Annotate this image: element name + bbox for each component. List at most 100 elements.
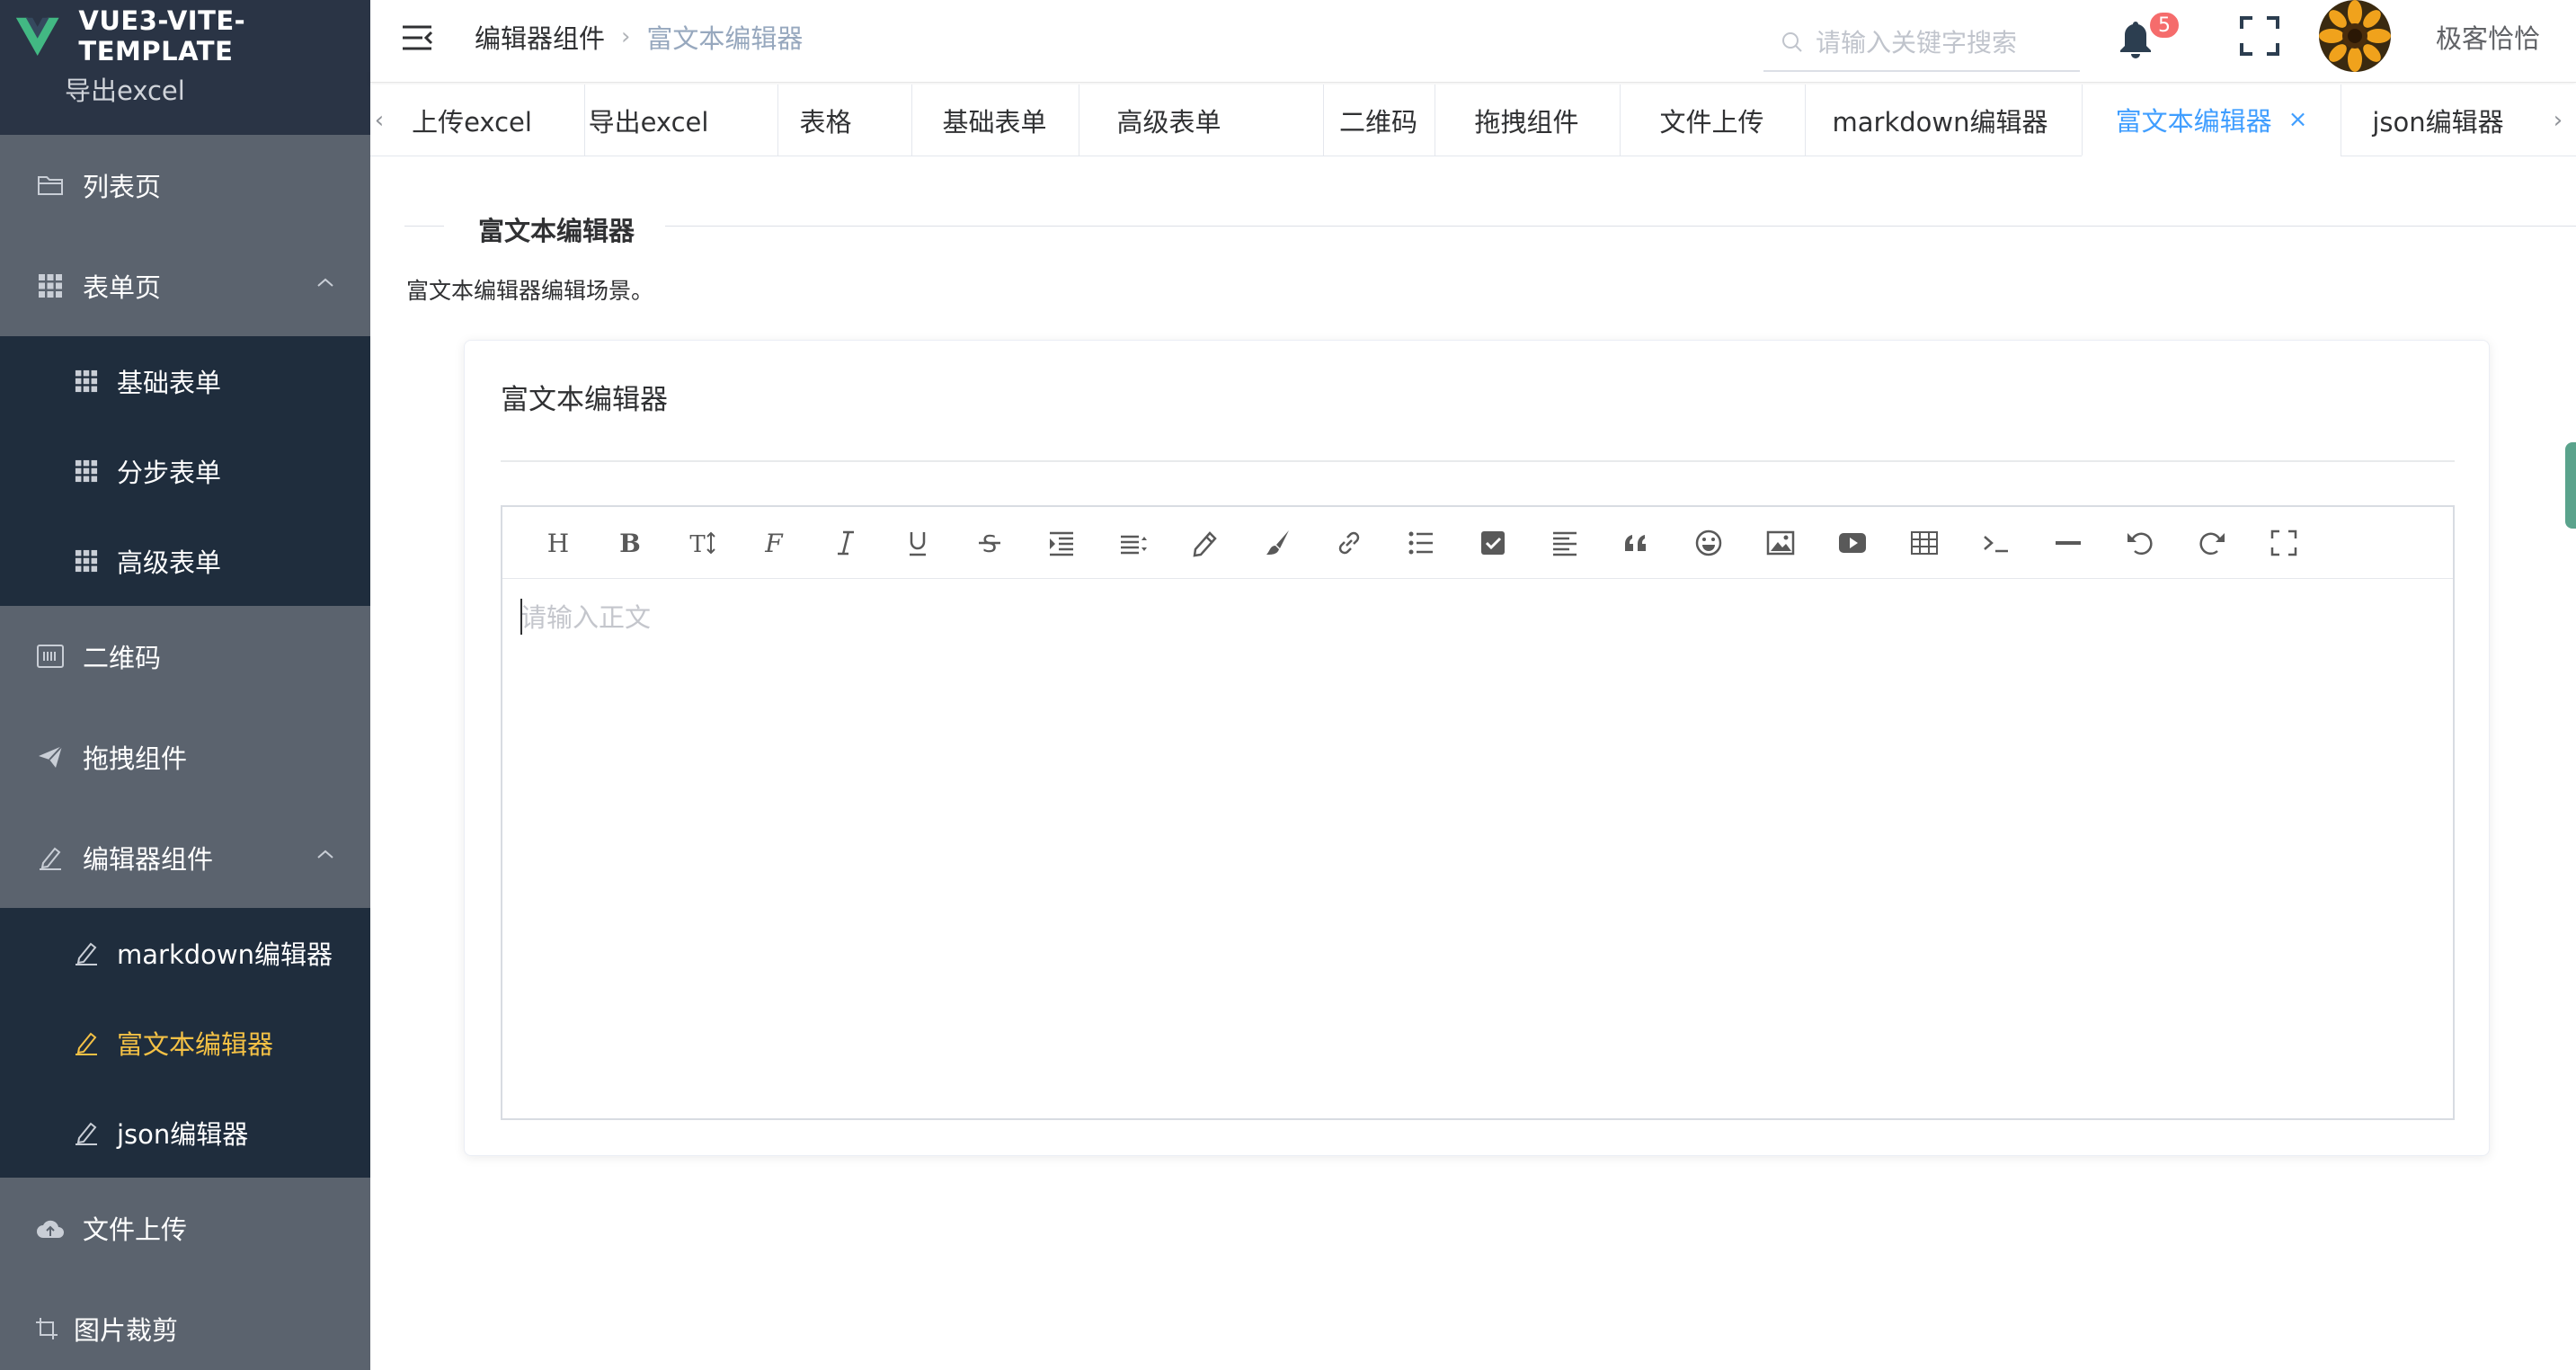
avatar[interactable] (2319, 0, 2391, 72)
video-icon[interactable] (1817, 507, 1888, 579)
code-icon[interactable] (1960, 507, 2032, 579)
sidebar-item-label: 列表页 (83, 172, 162, 202)
edit-icon (72, 1118, 101, 1147)
sidebar-item-label: 文件上传 (83, 1214, 188, 1245)
grid-icon (72, 547, 101, 575)
tag-upload-excel[interactable]: 上传excel (404, 85, 539, 156)
menu-fold-icon[interactable] (399, 20, 435, 56)
tag-drag[interactable]: 拖拽组件 (1435, 85, 1618, 156)
sidebar-item-drag[interactable]: 拖拽组件 (0, 707, 370, 807)
notification-badge: 5 (2148, 11, 2181, 40)
chevron-up-icon (317, 850, 333, 858)
tag-basic-form[interactable]: 基础表单 (911, 85, 1077, 156)
tag-advanced-form[interactable]: 高级表单 (1079, 85, 1258, 156)
svg-text:S: S (982, 531, 998, 558)
breadcrumb-current: 富文本编辑器 (646, 23, 804, 54)
strikethrough-icon[interactable]: S (954, 507, 1026, 579)
tag-label: markdown编辑器 (1832, 107, 2048, 138)
rich-text-editor: H B T F S 请输入正文 (501, 505, 2455, 1120)
divider-icon[interactable] (2032, 507, 2104, 579)
bold-icon[interactable]: B (594, 507, 666, 579)
tag-label: 二维码 (1338, 107, 1417, 138)
editor-toolbar: H B T F S (502, 507, 2453, 579)
breadcrumb-item[interactable]: 编辑器组件 (475, 18, 605, 56)
sidebar-item-image-crop[interactable]: 图片裁剪 (0, 1278, 370, 1370)
font-size-icon[interactable]: T (666, 507, 738, 579)
sidebar-item-label: 高级表单 (117, 547, 222, 578)
sidebar-item-list-page[interactable]: 列表页 (0, 135, 370, 236)
tag-export-excel[interactable]: 导出excel (584, 85, 712, 156)
page-description: 富文本编辑器编辑场景。 (406, 278, 654, 304)
sidebar-item-label: 拖拽组件 (83, 743, 188, 774)
editor-submenu: markdown编辑器 富文本编辑器 json编辑器 (0, 908, 370, 1178)
chevron-right-icon[interactable]: › (2549, 106, 2567, 135)
sidebar-item-form-page[interactable]: 表单页 (0, 236, 370, 336)
app-logo[interactable]: VUE3-VITE-TEMPLATE (0, 0, 370, 72)
sidebar-item-rich-text-editor[interactable]: 富文本编辑器 (0, 998, 370, 1088)
fullscreen-icon[interactable] (2238, 14, 2281, 58)
tag-rich-text-editor[interactable]: 富文本编辑器 × (2082, 85, 2341, 156)
sidebar-item-qrcode[interactable]: 二维码 (0, 606, 370, 707)
todo-icon[interactable] (1457, 507, 1529, 579)
sidebar-item-label: json编辑器 (117, 1119, 249, 1150)
sidebar-item-markdown-editor[interactable]: markdown编辑器 (0, 908, 370, 998)
sidebar-item-label: 二维码 (83, 643, 162, 673)
sidebar-item-advanced-form[interactable]: 高级表单 (0, 516, 370, 606)
sidebar: 导出excel VUE3-VITE-TEMPLATE 列表页 表单页 基础表单 (0, 0, 370, 1370)
font-family-icon[interactable]: F (738, 507, 810, 579)
chevron-left-icon[interactable]: ‹ (370, 106, 388, 135)
sidebar-item-basic-form[interactable]: 基础表单 (0, 336, 370, 426)
tag-json-editor[interactable]: json编辑器 (2341, 85, 2535, 156)
link-icon[interactable] (1313, 507, 1385, 579)
list-icon[interactable] (1385, 507, 1457, 579)
sidebar-item-step-form[interactable]: 分步表单 (0, 426, 370, 516)
underline-icon[interactable] (882, 507, 954, 579)
divider-line (404, 226, 444, 227)
tag-qrcode[interactable]: 二维码 (1323, 85, 1433, 156)
svg-text:B: B (619, 529, 641, 558)
quote-icon[interactable] (1601, 507, 1673, 579)
emoticon-icon[interactable] (1673, 507, 1745, 579)
redo-icon[interactable] (2176, 507, 2248, 579)
table-icon[interactable] (1888, 507, 1960, 579)
background-color-icon[interactable] (1241, 507, 1313, 579)
undo-icon[interactable] (2104, 507, 2176, 579)
folder-icon (36, 171, 65, 200)
sidebar-item-editor[interactable]: 编辑器组件 (0, 807, 370, 908)
close-icon[interactable]: × (2288, 106, 2308, 133)
tag-markdown-editor[interactable]: markdown编辑器 (1805, 85, 2074, 156)
align-icon[interactable] (1529, 507, 1601, 579)
indent-icon[interactable] (1026, 507, 1097, 579)
sidebar-item-export-excel[interactable]: 导出excel (0, 72, 370, 135)
tag-file-upload[interactable]: 文件上传 (1620, 85, 1803, 156)
text-cursor (520, 599, 522, 635)
line-height-icon[interactable] (1097, 507, 1169, 579)
tag-label: 基础表单 (942, 107, 1047, 138)
sidebar-item-label: 编辑器组件 (83, 844, 214, 875)
search-icon (1782, 32, 1802, 52)
divider-line (665, 226, 2576, 227)
grid-icon (36, 271, 65, 300)
svg-text:T: T (689, 531, 706, 558)
sidebar-item-file-upload[interactable]: 文件上传 (0, 1178, 370, 1278)
svg-text:H: H (547, 529, 569, 558)
text-color-icon[interactable] (1169, 507, 1241, 579)
tag-label: 上传excel (412, 107, 532, 138)
app-title: VUE3-VITE-TEMPLATE (78, 5, 246, 67)
settings-drawer-handle[interactable] (2565, 442, 2576, 529)
username[interactable]: 极客恰恰 (2436, 18, 2540, 56)
tag-label: 富文本编辑器 (2115, 106, 2272, 137)
tag-table[interactable]: 表格 (777, 85, 873, 156)
heading-icon[interactable]: H (522, 507, 594, 579)
paper-plane-icon (36, 743, 65, 771)
grid-icon (72, 367, 101, 396)
sidebar-item-label: 富文本编辑器 (117, 1029, 274, 1060)
sidebar-item-json-editor[interactable]: json编辑器 (0, 1088, 370, 1178)
italic-icon[interactable] (810, 507, 882, 579)
card-divider (501, 460, 2455, 462)
sidebar-item-label: 分步表单 (117, 458, 222, 488)
image-icon[interactable] (1745, 507, 1817, 579)
editor-content[interactable]: 请输入正文 (520, 597, 651, 635)
search-input[interactable] (1816, 27, 2076, 58)
editor-fullscreen-icon[interactable] (2248, 507, 2320, 579)
